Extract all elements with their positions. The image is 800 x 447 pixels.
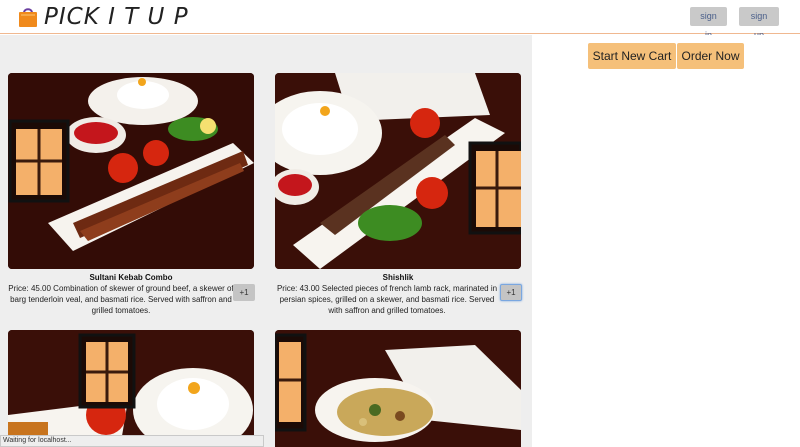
dish-description: Price: 43.00 Selected pieces of french l… [276, 284, 498, 315]
logo-text: PICK I T U P [44, 4, 189, 30]
dish-description: Price: 45.00 Combination of skewer of gr… [8, 284, 234, 315]
browser-status-bar: Waiting for localhost... [0, 435, 264, 447]
dish-photo [275, 330, 521, 447]
header: PICK I T U P sign in sign up [0, 0, 800, 40]
add-one-button[interactable]: +1 [500, 284, 522, 301]
shopping-bag-icon [19, 8, 37, 27]
dish-name: Sultani Kebab Combo [89, 273, 173, 282]
sign-in-button[interactable]: sign in [690, 7, 727, 40]
dish-photo [275, 73, 521, 269]
cart-panel: Start New Cart Order Now [532, 35, 800, 447]
sign-up-button[interactable]: sign up [739, 7, 779, 40]
dish-name: Shishlik [382, 273, 414, 282]
add-one-button[interactable]: +1 [233, 284, 255, 301]
logo[interactable]: PICK I T U P [18, 5, 189, 29]
dish-photo [8, 73, 254, 269]
menu-list: Sultani Kebab Combo Price: 45.00 Combina… [0, 35, 532, 447]
order-now-button[interactable]: Order Now [677, 43, 744, 69]
dish-photo [8, 330, 254, 447]
start-new-cart-button[interactable]: Start New Cart [588, 43, 676, 69]
